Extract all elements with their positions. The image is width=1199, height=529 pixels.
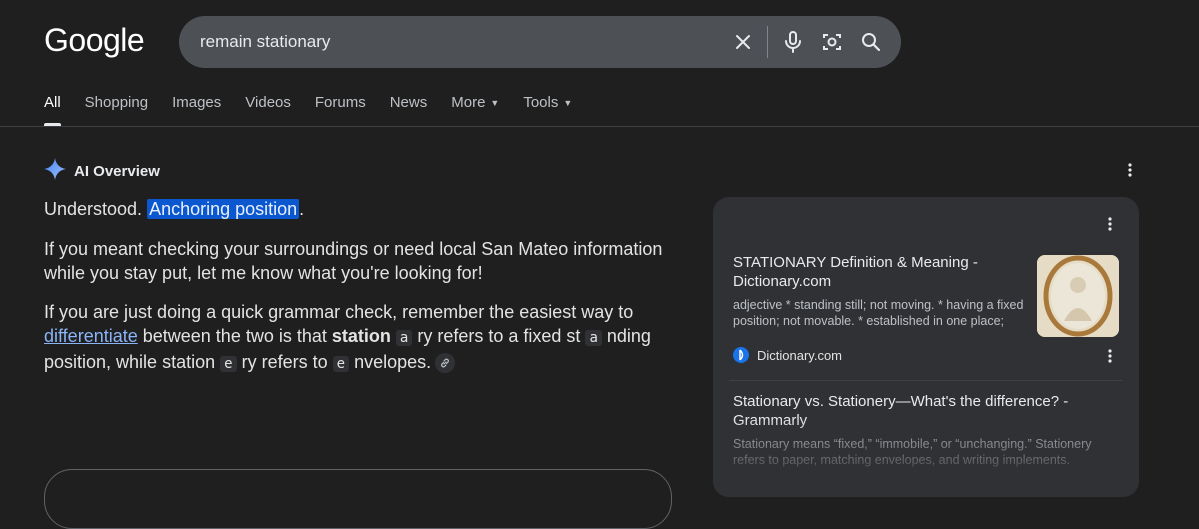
- sources-menu-icon[interactable]: [1100, 214, 1120, 234]
- chevron-down-icon: ▼: [490, 98, 500, 109]
- source-divider: [729, 380, 1123, 381]
- search-tabs: All Shopping Images Videos Forums News M…: [44, 94, 596, 126]
- source-menu-icon[interactable]: [1100, 346, 1120, 366]
- source-title: STATIONARY Definition & Meaning - Dictio…: [733, 254, 978, 290]
- ai-overview-header: AI Overview: [44, 158, 160, 185]
- clear-icon[interactable]: [729, 16, 757, 68]
- follow-up-box[interactable]: [44, 469, 672, 529]
- tabs-divider: [0, 126, 1199, 127]
- source-site-name: Dictionary.com: [757, 347, 843, 363]
- ai-paragraph-1: Understood. Anchoring position.: [44, 199, 305, 219]
- source-card-dictionary[interactable]: STATIONARY Definition & Meaning - Dictio…: [733, 253, 1025, 329]
- tab-more[interactable]: More ▼: [451, 94, 499, 126]
- search-icon[interactable]: [857, 16, 885, 68]
- ai-paragraph-3: If you are just doing a quick grammar ch…: [44, 302, 651, 374]
- tab-news[interactable]: News: [390, 94, 428, 126]
- lens-icon[interactable]: [818, 16, 846, 68]
- source-snippet: Stationary means “fixed,” “immobile,” or…: [733, 437, 1092, 467]
- tab-videos[interactable]: Videos: [245, 94, 291, 126]
- ai-overview-title: AI Overview: [74, 163, 160, 180]
- ai-paragraph-2: If you meant checking your surroundings …: [44, 239, 663, 283]
- sparkle-icon: [44, 158, 66, 185]
- search-divider: [767, 26, 768, 58]
- ai-overview-menu-icon[interactable]: [1120, 160, 1140, 180]
- source-title: Stationary vs. Stationery—What's the dif…: [733, 393, 1069, 429]
- source-thumbnail-image[interactable]: [1037, 255, 1119, 337]
- tab-all[interactable]: All: [44, 94, 61, 126]
- differentiate-link[interactable]: differentiate: [44, 326, 138, 346]
- source-card-grammarly[interactable]: Stationary vs. Stationery—What's the dif…: [733, 392, 1113, 468]
- highlighted-text: Anchoring position: [147, 199, 300, 219]
- google-logo[interactable]: Google: [44, 22, 145, 59]
- source-snippet: adjective * standing still; not moving. …: [733, 298, 1024, 328]
- search-box: [179, 16, 901, 68]
- tab-tools[interactable]: Tools ▼: [523, 94, 572, 126]
- link-citation-icon[interactable]: [435, 353, 456, 374]
- dictionary-favicon-icon: [733, 347, 749, 363]
- tab-forums[interactable]: Forums: [315, 94, 366, 126]
- tab-images[interactable]: Images: [172, 94, 221, 126]
- search-input[interactable]: [200, 32, 700, 52]
- chevron-down-icon: ▼: [563, 98, 573, 109]
- source-site-row[interactable]: Dictionary.com: [733, 347, 842, 363]
- tab-shopping[interactable]: Shopping: [85, 94, 148, 126]
- sources-panel: STATIONARY Definition & Meaning - Dictio…: [713, 197, 1139, 497]
- microphone-icon[interactable]: [779, 16, 807, 68]
